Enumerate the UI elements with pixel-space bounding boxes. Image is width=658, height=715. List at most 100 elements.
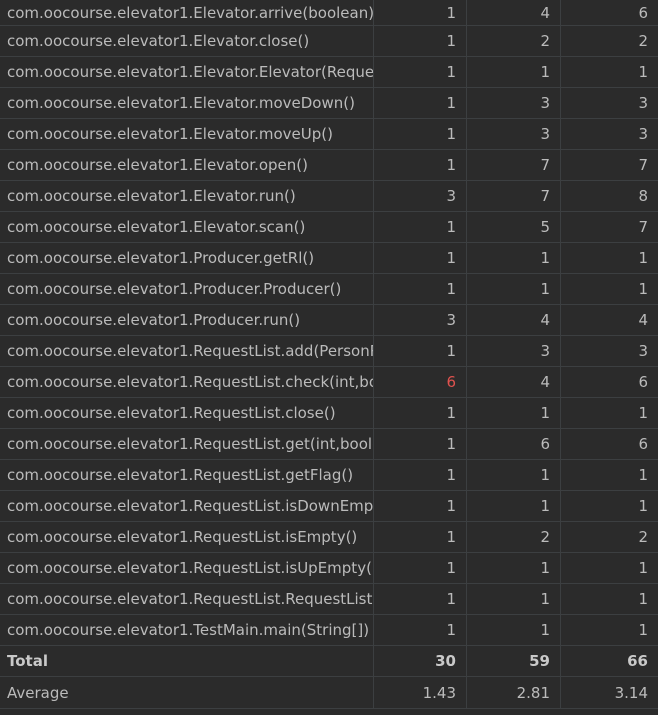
metric-2-cell: 5 bbox=[467, 212, 561, 242]
metric-2-cell: 3 bbox=[467, 88, 561, 118]
metric-2-cell: 7 bbox=[467, 181, 561, 211]
method-name-cell: com.oocourse.elevator1.RequestList.get(i… bbox=[0, 429, 374, 459]
table-row[interactable]: com.oocourse.elevator1.Elevator.run() 3 7 8 bbox=[0, 181, 658, 212]
method-name-cell: com.oocourse.elevator1.Elevator.scan() bbox=[0, 212, 374, 242]
metric-2-cell: 1 bbox=[467, 398, 561, 428]
method-name-cell: com.oocourse.elevator1.Elevator.open() bbox=[0, 150, 374, 180]
method-name-cell: com.oocourse.elevator1.RequestList.getFl… bbox=[0, 460, 374, 490]
metric-3-cell: 1 bbox=[638, 559, 648, 577]
metric-2-cell: 4 bbox=[467, 305, 561, 335]
metric-1-cell: 1 bbox=[374, 150, 467, 180]
metric-3-cell: 1 bbox=[638, 404, 648, 422]
metric-2-cell: 4 bbox=[467, 367, 561, 397]
table-row[interactable]: com.oocourse.elevator1.Elevator.close() 1… bbox=[0, 26, 658, 57]
method-name-cell: com.oocourse.elevator1.Producer.run() bbox=[0, 305, 374, 335]
metric-3-cell: 3 bbox=[638, 342, 648, 360]
metric-2-cell: 1 bbox=[467, 615, 561, 645]
metric-1-cell: 3 bbox=[374, 305, 467, 335]
metric-3-cell: 7 bbox=[638, 156, 648, 174]
table-row[interactable]: com.oocourse.elevator1.RequestList.check… bbox=[0, 367, 658, 398]
table-row[interactable]: com.oocourse.elevator1.Elevator.open() 1 7… bbox=[0, 150, 658, 181]
metric-3-cell: 6 bbox=[638, 435, 648, 453]
metric-3-cell: 6 bbox=[638, 3, 648, 22]
method-name-cell: com.oocourse.elevator1.Elevator.close() bbox=[0, 26, 374, 56]
metric-1-cell: 1 bbox=[374, 26, 467, 56]
metric-2-cell: 2 bbox=[467, 26, 561, 56]
metric-3-cell: 7 bbox=[638, 218, 648, 236]
metric-1-cell: 1 bbox=[374, 522, 467, 552]
metric-1-cell: 1 bbox=[374, 460, 467, 490]
method-name-cell: com.oocourse.elevator1.RequestList.isEmp… bbox=[0, 522, 374, 552]
method-name-cell: com.oocourse.elevator1.RequestList.close… bbox=[0, 398, 374, 428]
average-metric-3: 3.14 bbox=[614, 683, 648, 702]
metric-1-cell: 1 bbox=[374, 88, 467, 118]
table-row[interactable]: com.oocourse.elevator1.Producer.run() 3 4 4 bbox=[0, 305, 658, 336]
table-row[interactable]: com.oocourse.elevator1.Elevator.Elevator… bbox=[0, 57, 658, 88]
metric-1-cell: 1 bbox=[374, 398, 467, 428]
metric-1-cell: 1 bbox=[374, 553, 467, 583]
total-row[interactable]: Total 30 59 66 bbox=[0, 646, 658, 677]
table-row[interactable]: com.oocourse.elevator1.RequestList.close… bbox=[0, 398, 658, 429]
metric-2-cell: 1 bbox=[467, 460, 561, 490]
method-name-cell: com.oocourse.elevator1.Producer.getRl() bbox=[0, 243, 374, 273]
metric-1-cell: 6 bbox=[374, 367, 467, 397]
metric-3-cell: 4 bbox=[638, 311, 648, 329]
method-metrics-table: com.oocourse.elevator1.Elevator.arrive(b… bbox=[0, 0, 658, 709]
metric-1-cell: 1 bbox=[374, 429, 467, 459]
method-name-cell: com.oocourse.elevator1.Elevator.Elevator… bbox=[0, 57, 374, 87]
method-name-cell: com.oocourse.elevator1.Producer.Producer… bbox=[0, 274, 374, 304]
table-row[interactable]: com.oocourse.elevator1.RequestList.isUpE… bbox=[0, 553, 658, 584]
method-name-cell: com.oocourse.elevator1.RequestList.isUpE… bbox=[0, 553, 374, 583]
table-row[interactable]: com.oocourse.elevator1.Producer.Producer… bbox=[0, 274, 658, 305]
table-row[interactable]: com.oocourse.elevator1.Elevator.scan() 1 5… bbox=[0, 212, 658, 243]
metric-1-cell: 1 bbox=[374, 0, 467, 25]
metric-1-cell: 1 bbox=[374, 212, 467, 242]
average-metric-1: 1.43 bbox=[374, 677, 467, 708]
metric-3-cell: 3 bbox=[638, 94, 648, 112]
table-row[interactable]: com.oocourse.elevator1.RequestList.isEmp… bbox=[0, 522, 658, 553]
metric-3-cell: 1 bbox=[638, 621, 648, 639]
metric-3-cell: 1 bbox=[638, 63, 648, 81]
metric-3-cell: 6 bbox=[638, 373, 648, 391]
total-metric-2: 59 bbox=[467, 646, 561, 676]
table-row[interactable]: com.oocourse.elevator1.RequestList.isDow… bbox=[0, 491, 658, 522]
total-metric-1: 30 bbox=[374, 646, 467, 676]
metric-3-cell: 1 bbox=[638, 497, 648, 515]
metric-1-cell: 3 bbox=[374, 181, 467, 211]
metric-3-cell: 2 bbox=[638, 32, 648, 50]
method-name-cell: com.oocourse.elevator1.Elevator.moveUp() bbox=[0, 119, 374, 149]
metric-3-cell: 8 bbox=[638, 187, 648, 205]
table-body: com.oocourse.elevator1.Elevator.arrive(b… bbox=[0, 0, 658, 646]
method-name-cell: com.oocourse.elevator1.Elevator.arrive(b… bbox=[0, 0, 374, 25]
table-row[interactable]: com.oocourse.elevator1.RequestList.Reque… bbox=[0, 584, 658, 615]
table-row[interactable]: com.oocourse.elevator1.Producer.getRl() 1… bbox=[0, 243, 658, 274]
average-metric-2: 2.81 bbox=[467, 677, 561, 708]
metric-3-cell: 1 bbox=[638, 280, 648, 298]
table-row[interactable]: com.oocourse.elevator1.Elevator.moveUp()… bbox=[0, 119, 658, 150]
table-row[interactable]: com.oocourse.elevator1.RequestList.getFl… bbox=[0, 460, 658, 491]
metric-2-cell: 6 bbox=[467, 429, 561, 459]
average-row[interactable]: Average 1.43 2.81 3.14 bbox=[0, 677, 658, 709]
metric-1-cell: 1 bbox=[374, 584, 467, 614]
metric-1-cell: 1 bbox=[374, 274, 467, 304]
table-row[interactable]: com.oocourse.elevator1.RequestList.get(i… bbox=[0, 429, 658, 460]
metric-1-cell: 1 bbox=[374, 243, 467, 273]
metric-3-cell: 2 bbox=[638, 528, 648, 546]
table-row[interactable]: com.oocourse.elevator1.Elevator.arrive(b… bbox=[0, 0, 658, 26]
metric-1-cell: 1 bbox=[374, 336, 467, 366]
table-row[interactable]: com.oocourse.elevator1.TestMain.main(Str… bbox=[0, 615, 658, 646]
table-row[interactable]: com.oocourse.elevator1.RequestList.add(P… bbox=[0, 336, 658, 367]
table-row[interactable]: com.oocourse.elevator1.Elevator.moveDown… bbox=[0, 88, 658, 119]
metric-2-cell: 3 bbox=[467, 336, 561, 366]
metric-2-cell: 1 bbox=[467, 584, 561, 614]
metric-2-cell: 1 bbox=[467, 491, 561, 521]
metric-1-cell: 1 bbox=[374, 615, 467, 645]
metric-2-cell: 1 bbox=[467, 57, 561, 87]
total-label: Total bbox=[0, 646, 374, 676]
metric-3-cell: 1 bbox=[638, 466, 648, 484]
metric-2-cell: 3 bbox=[467, 119, 561, 149]
metric-3-cell: 1 bbox=[638, 249, 648, 267]
method-name-cell: com.oocourse.elevator1.Elevator.run() bbox=[0, 181, 374, 211]
method-name-cell: com.oocourse.elevator1.Elevator.moveDown… bbox=[0, 88, 374, 118]
method-name-cell: com.oocourse.elevator1.RequestList.add(P… bbox=[0, 336, 374, 366]
